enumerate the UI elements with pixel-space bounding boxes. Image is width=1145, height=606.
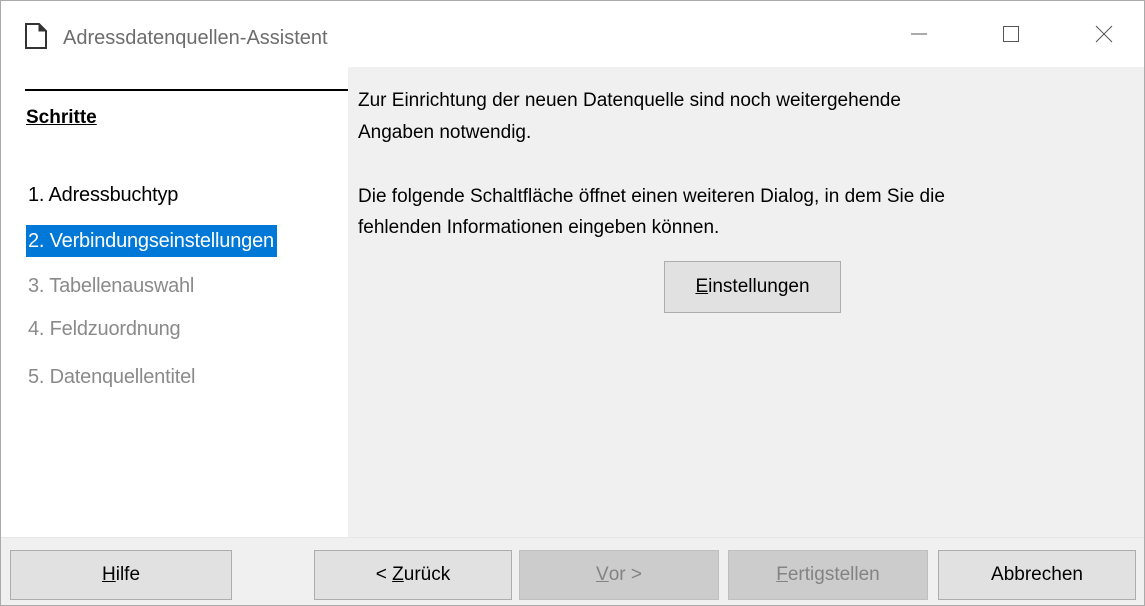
step-verbindungseinstellungen[interactable]: 2. Verbindungseinstellungen — [26, 225, 277, 257]
info-text-line-4: fehlenden Informationen eingeben können. — [358, 217, 720, 238]
back-label: urück — [403, 564, 451, 585]
help-label: ilfe — [115, 564, 141, 585]
info-text-line-3: Die folgende Schaltfläche öffnet einen w… — [358, 186, 945, 207]
step-adressbuchtyp[interactable]: 1. Adressbuchtyp — [26, 179, 181, 211]
back-button[interactable]: < Zurück — [314, 550, 512, 600]
back-mnemonic: Z — [392, 564, 404, 585]
next-label: or > — [608, 564, 642, 585]
finish-button[interactable]: Fertigstellen — [728, 550, 928, 600]
back-prefix: < — [375, 564, 393, 585]
close-button[interactable] — [1081, 1, 1127, 67]
maximize-icon — [1003, 26, 1019, 42]
button-bar-divider — [1, 537, 1144, 538]
step-datenquellentitel: 5. Datenquellentitel — [28, 366, 196, 388]
close-icon — [1095, 25, 1113, 43]
settings-mnemonic: E — [695, 276, 709, 297]
title-bar[interactable]: Adressdatenquellen-Assistent — [1, 1, 1144, 67]
step-tabellenauswahl: 3. Tabellenauswahl — [28, 275, 195, 297]
info-text-line-2: Angaben notwendig. — [358, 122, 532, 143]
roadmap-title: Schritte — [26, 107, 97, 128]
finish-label: ertigstellen — [787, 564, 880, 585]
wizard-dialog: Adressdatenquellen-Assistent Schritte 1.… — [0, 0, 1145, 606]
settings-button[interactable]: Einstellungen — [664, 261, 841, 313]
step-feldzuordnung: 4. Feldzuordnung — [28, 318, 181, 340]
cancel-button[interactable]: Abbrechen — [938, 550, 1136, 600]
document-icon — [25, 23, 47, 49]
roadmap-divider — [25, 89, 348, 91]
next-button[interactable]: Vor > — [519, 550, 719, 600]
settings-label: instellungen — [708, 276, 810, 297]
minimize-button[interactable] — [896, 1, 942, 67]
info-text-line-1: Zur Einrichtung der neuen Datenquelle si… — [358, 90, 901, 111]
help-button[interactable]: Hilfe — [10, 550, 232, 600]
next-mnemonic: V — [596, 564, 609, 585]
roadmap-pane: Schritte 1. Adressbuchtyp 2. Verbindungs… — [1, 67, 348, 537]
maximize-button[interactable] — [988, 1, 1034, 67]
help-mnemonic: H — [101, 564, 116, 585]
minimize-icon — [911, 33, 927, 35]
window-title: Adressdatenquellen-Assistent — [63, 27, 328, 49]
finish-mnemonic: F — [776, 564, 788, 585]
